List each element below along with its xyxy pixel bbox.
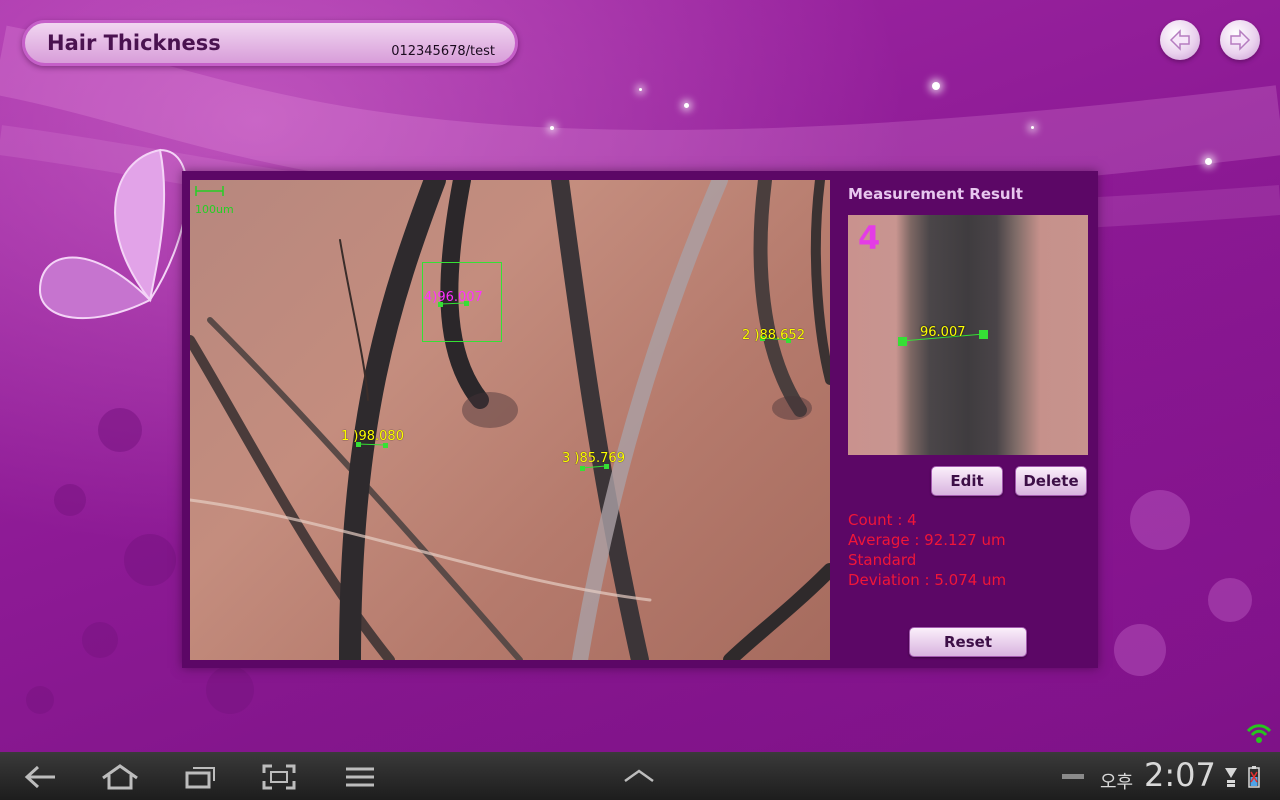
recent-apps-icon[interactable] [184,764,218,790]
system-bar: 오후 2:07 [0,752,1280,800]
edit-button[interactable]: Edit [931,466,1003,496]
delete-button[interactable]: Delete [1015,466,1087,496]
sparkle [1205,158,1212,165]
sparkle [932,82,940,90]
microscope-image[interactable] [190,180,830,660]
back-button[interactable] [1160,20,1200,60]
result-title: Measurement Result [848,185,1023,203]
count-text: Count : 4 [848,511,917,529]
sparkle [639,88,642,91]
screenshot-icon[interactable] [262,764,296,790]
page-title: Hair Thickness [47,31,221,55]
measurement-label[interactable]: 3 )85.769 [562,451,625,466]
home-icon[interactable] [100,764,140,790]
average-text: Average : 92.127 um [848,531,1006,549]
title-bar: Hair Thickness 012345678/test [22,20,518,66]
patient-id: 012345678/test [391,44,495,59]
reset-button[interactable]: Reset [909,627,1027,657]
zoom-value: 96.007 [920,325,966,340]
measurement-label[interactable]: 2 )88.652 [742,328,805,343]
std-label-text: Standard [848,551,917,569]
battery-icon [1248,766,1260,788]
zoom-number: 4 [858,219,881,257]
notification-dash-icon [1062,774,1084,779]
scale-label: 100um [195,203,234,216]
hair-strands [190,180,830,660]
signal-icon [1225,768,1237,787]
sparkle [550,126,554,130]
chevron-up-icon[interactable] [622,768,656,784]
butterfly-decoration [38,148,189,320]
measurement-label[interactable]: 1 )98.080 [341,429,404,444]
zoom-markers [898,330,988,346]
ampm-label: 오후 [1100,772,1134,793]
forward-button[interactable] [1220,20,1260,60]
menu-icon[interactable] [344,764,376,790]
arrow-right-icon [1230,29,1251,51]
clock: 2:07 [1144,756,1216,794]
sparkle [684,103,689,108]
zoom-view: 4 96.007 [848,215,1088,455]
sparkle [1031,126,1034,129]
scale-bar [195,186,224,196]
measurement-label-selected[interactable]: 4)96.007 [424,290,483,305]
back-nav-icon[interactable] [24,764,58,790]
statistics: Count : 4 Average : 92.127 um Standard D… [848,510,1006,590]
std-value-text: Deviation : 5.074 um [848,571,1007,589]
wifi-icon [1246,724,1272,743]
arrow-left-icon [1169,29,1190,51]
